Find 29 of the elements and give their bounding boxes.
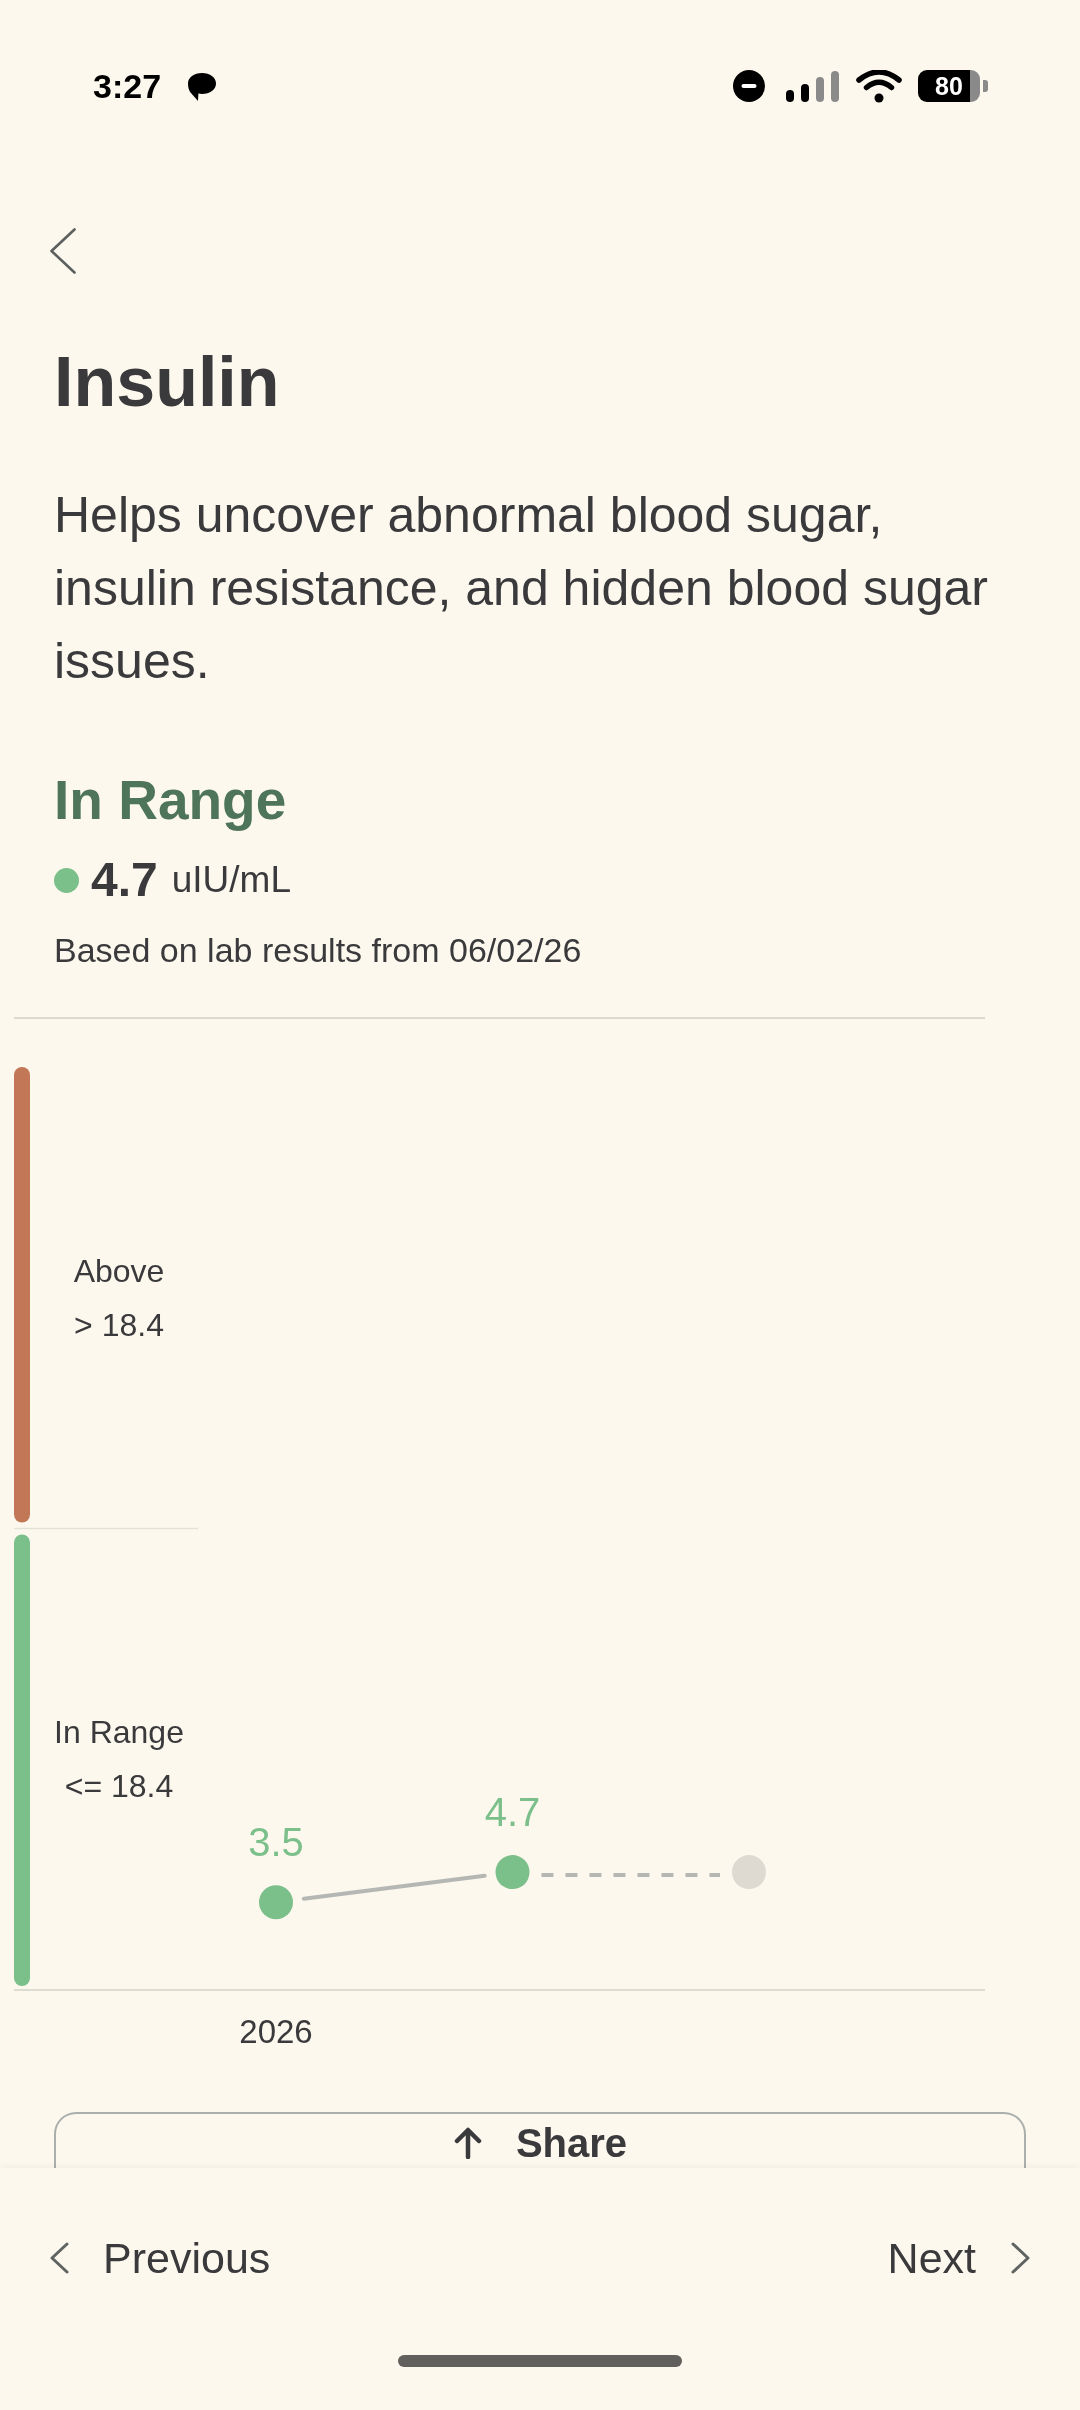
next-button[interactable]: Next	[887, 2232, 1030, 2284]
speech-bubble-icon	[186, 70, 219, 102]
result-note: Based on lab results from 06/02/26	[54, 930, 583, 971]
status-time: 3:27	[93, 69, 162, 103]
minus-circle-icon	[733, 70, 765, 102]
wifi-icon	[856, 69, 902, 103]
year-label: 2026	[239, 2012, 313, 2050]
back-button[interactable]	[50, 228, 76, 274]
description-text: Helps uncover abnormal blood sugar, insulin resistance, and hidden blood sugar issues.	[54, 486, 989, 691]
result-value: 4.7	[91, 852, 158, 908]
value-label: 4.7	[484, 1790, 541, 1835]
signal-bars-icon	[786, 70, 842, 102]
chevron-left-icon	[50, 228, 76, 274]
status-dot-icon	[54, 867, 79, 893]
band-label: Above	[73, 1252, 165, 1289]
band-label: In Range	[54, 1714, 184, 1751]
value-label: 3.5	[248, 1820, 304, 1865]
result-unit: uIU/mL	[171, 858, 291, 902]
data-point	[259, 1885, 293, 1920]
arrow-up-icon	[452, 2127, 483, 2159]
page-title: Insulin	[54, 342, 281, 423]
chevron-right-icon	[1011, 2242, 1030, 2274]
band-range: > 18.4	[74, 1306, 164, 1343]
band-range: <= 18.4	[64, 1768, 174, 1805]
data-point	[495, 1855, 530, 1890]
previous-button[interactable]: Previous	[50, 2232, 271, 2284]
status-heading: In Range	[54, 768, 288, 833]
battery-indicator: 80	[918, 70, 988, 102]
chevron-left-icon	[50, 2242, 69, 2274]
